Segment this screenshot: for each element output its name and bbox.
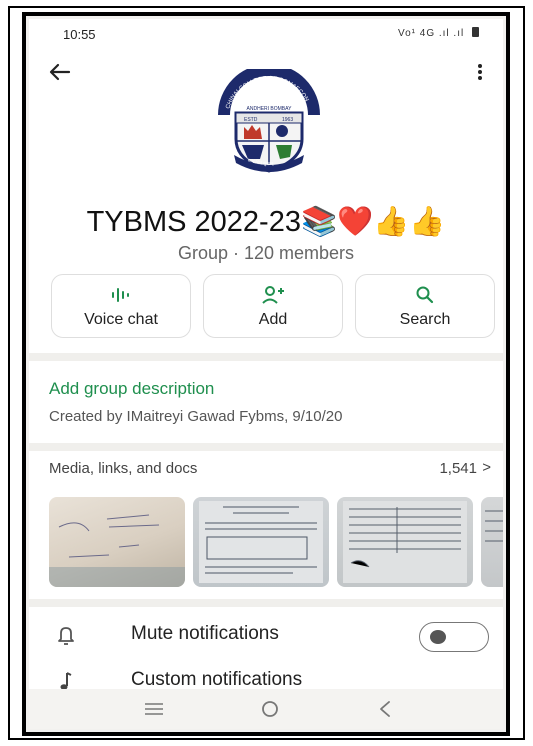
group-avatar-logo[interactable]: CHINAI COLLEGE OF COM&ECON ANDHERI BOMBA… [214,64,324,179]
phone-screen: 10:55 Vo¹ 4G .ıl .ıl CHINAI COLLEGE OF C… [29,19,503,729]
search-button[interactable]: Search [355,274,495,338]
media-count: 1,541 [439,460,477,477]
arrow-left-icon[interactable] [45,57,75,87]
logo-year: 1963 [282,117,293,123]
search-label: Search [399,311,451,328]
status-indicators: Vo¹ 4G .ıl .ıl [398,27,479,39]
status-bar: 10:55 Vo¹ 4G .ıl .ıl [29,19,503,47]
system-navigation-bar [29,689,503,729]
phone-frame: 10:55 Vo¹ 4G .ıl .ıl CHINAI COLLEGE OF C… [22,12,510,736]
add-label: Add [258,311,288,328]
status-time: 10:55 [63,27,96,42]
back-icon[interactable] [365,695,405,723]
mute-notifications-toggle[interactable] [419,622,489,652]
media-links-docs-header[interactable]: Media, links, and docs 1,541 > [49,459,491,484]
battery-icon [472,27,479,37]
media-thumbnail[interactable] [337,497,473,587]
voice-chat-button[interactable]: Voice chat [51,274,191,338]
add-member-button[interactable]: Add [203,274,343,338]
group-name-text: TYBMS 2022-23 [86,206,301,238]
voice-chat-icon [52,285,190,305]
recent-apps-icon[interactable] [134,695,174,723]
group-name: TYBMS 2022-23📚❤️👍👍 [29,205,503,239]
logo-estd: ESTD [244,117,258,123]
media-thumbnail[interactable] [481,497,503,587]
section-divider [29,353,503,361]
media-thumbnail[interactable] [193,497,329,587]
home-icon[interactable] [250,695,290,723]
section-divider [29,599,503,607]
mute-notifications-row[interactable]: Mute notifications [29,613,503,659]
logo-sub-text: ANDHERI BOMBAY [247,106,293,112]
group-member-count: Group · 120 members [177,243,355,263]
signal-indicators: Vo¹ 4G .ıl .ıl [397,28,465,39]
mute-notifications-label: Mute notifications [131,623,279,644]
media-thumbnail[interactable] [49,497,185,587]
group-name-emoji: 📚❤️👍👍 [300,206,446,238]
custom-notifications-label: Custom notifications [131,669,303,690]
voice-chat-label: Voice chat [84,311,158,328]
media-title: Media, links, and docs [49,460,198,477]
group-created-info: Created by IMaitreyi Gawad Fybms, 9/10/2… [49,408,343,425]
add-person-icon [204,285,342,305]
action-buttons: Voice chat Add Search [51,274,495,338]
section-divider [29,443,503,451]
media-thumbnails [49,497,503,587]
search-icon [356,285,494,305]
add-group-description-link[interactable]: Add group description [49,379,214,399]
more-vert-icon[interactable] [473,57,487,87]
bell-icon [55,623,77,647]
chevron-right-icon: > [482,459,491,476]
toggle-knob [430,630,446,644]
